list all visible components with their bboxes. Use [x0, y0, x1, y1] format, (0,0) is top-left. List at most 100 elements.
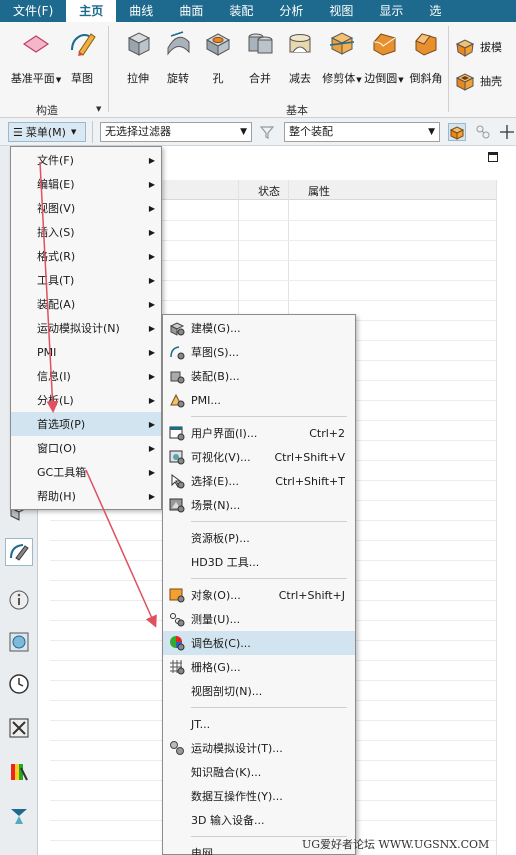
- menu-item[interactable]: 工具(T) ▶: [11, 268, 161, 292]
- type-filter-select[interactable]: 无选择过滤器 ▼: [100, 122, 252, 142]
- menu-item-label: 分析(L): [37, 394, 74, 407]
- menu-item[interactable]: 资源板(P)...: [163, 526, 355, 550]
- menu-item[interactable]: 建模(G)...: [163, 316, 355, 340]
- group-expand-icon[interactable]: ▼: [96, 105, 101, 113]
- submenu-arrow-icon: ▶: [148, 155, 155, 165]
- menu-item[interactable]: 数据互操作性(Y)...: [163, 784, 355, 808]
- visualization-icon: [169, 449, 185, 465]
- menu-item[interactable]: 用户界面(I)... Ctrl+2: [163, 421, 355, 445]
- assembly-scope-select[interactable]: 整个装配 ▼: [284, 122, 440, 142]
- menu-item[interactable]: 首选项(P) ▶: [11, 412, 161, 436]
- menu-item-label: 可视化(V)...: [191, 451, 251, 464]
- sketch-resource-icon[interactable]: [5, 538, 33, 566]
- trim-body-button[interactable]: 修剪体▼: [320, 28, 364, 86]
- menu-item[interactable]: 视图(V) ▶: [11, 196, 161, 220]
- menu-item-shortcut: Ctrl+Shift+J: [278, 588, 345, 602]
- extrude-button[interactable]: 拉伸: [116, 28, 160, 86]
- menu-item[interactable]: 编辑(E) ▶: [11, 172, 161, 196]
- draft-button[interactable]: 拔模: [454, 36, 502, 58]
- menu-item[interactable]: GC工具箱 ▶: [11, 460, 161, 484]
- menu-file[interactable]: 文件(F): [0, 0, 66, 22]
- submenu-arrow-icon: ▶: [148, 275, 155, 285]
- menu-home-tab[interactable]: 主页: [66, 0, 117, 22]
- menu-item-label: 格式(R): [37, 250, 76, 263]
- menu-item[interactable]: 视图剖切(N)...: [163, 679, 355, 703]
- unite-button[interactable]: 合并: [238, 28, 282, 86]
- process-studio-icon[interactable]: [5, 714, 33, 742]
- menu-item[interactable]: 格式(R) ▶: [11, 244, 161, 268]
- menu-button-label: 菜单(M): [25, 126, 66, 139]
- menu-item[interactable]: 分析(L) ▶: [11, 388, 161, 412]
- cursor-move-icon[interactable]: [498, 123, 516, 141]
- menu-item-label: 插入(S): [37, 226, 75, 239]
- web-browser-icon[interactable]: [5, 628, 33, 656]
- menu-surface-tab[interactable]: 曲面: [166, 0, 216, 22]
- chevron-down-icon[interactable]: ▼: [356, 76, 361, 84]
- menu-button[interactable]: ☰ 菜单(M) ▼: [8, 122, 86, 142]
- submenu-arrow-icon: ▶: [148, 203, 155, 213]
- menu-item-label: 电网...: [191, 847, 224, 855]
- ribbon: 基准平面▼ 草图 构造 ▼ 拉伸 旋转 孔 合并 减去 修剪体▼ 边倒圆▼ 倒斜…: [0, 22, 516, 118]
- menu-item[interactable]: 装配(A) ▶: [11, 292, 161, 316]
- edge-blend-label: 边倒圆: [364, 72, 398, 85]
- menu-item[interactable]: 对象(O)... Ctrl+Shift+J: [163, 583, 355, 607]
- menu-item[interactable]: 知识融合(K)...: [163, 760, 355, 784]
- submenu-arrow-icon: ▶: [148, 371, 155, 381]
- menu-item[interactable]: 文件(F) ▶: [11, 148, 161, 172]
- menu-item[interactable]: 可视化(V)... Ctrl+Shift+V: [163, 445, 355, 469]
- datum-plane-icon: [21, 28, 51, 58]
- menu-item-label: 选择(E)...: [191, 475, 240, 488]
- submenu-arrow-icon: ▶: [148, 395, 155, 405]
- menu-item-label: 帮助(H): [37, 490, 76, 503]
- menu-assembly-tab[interactable]: 装配: [216, 0, 266, 22]
- menu-item-label: 编辑(E): [37, 178, 75, 191]
- menu-item[interactable]: 测量(U)...: [163, 607, 355, 631]
- menu-item[interactable]: JT...: [163, 712, 355, 736]
- edge-blend-button[interactable]: 边倒圆▼: [362, 28, 406, 86]
- menu-item[interactable]: PMI ▶: [11, 340, 161, 364]
- menu-item[interactable]: 调色板(C)...: [163, 631, 355, 655]
- menu-item[interactable]: 插入(S) ▶: [11, 220, 161, 244]
- menu-view-tab[interactable]: 视图: [316, 0, 366, 22]
- filter-funnel-icon[interactable]: [258, 123, 276, 141]
- ribbon-group-separator: [448, 26, 449, 112]
- menu-curve-tab[interactable]: 曲线: [116, 0, 166, 22]
- snap-icon[interactable]: [474, 123, 492, 141]
- menu-item[interactable]: PMI...: [163, 388, 355, 412]
- sketch-button[interactable]: 草图: [60, 28, 104, 86]
- menu-select-tab[interactable]: 选: [416, 0, 454, 22]
- menu-item[interactable]: 运动模拟设计(T)...: [163, 736, 355, 760]
- roles-icon[interactable]: [5, 802, 33, 830]
- datum-plane-button[interactable]: 基准平面▼: [10, 28, 61, 86]
- menu-item[interactable]: 选择(E)... Ctrl+Shift+T: [163, 469, 355, 493]
- menu-item[interactable]: 栅格(G)...: [163, 655, 355, 679]
- menu-item[interactable]: 场景(N)...: [163, 493, 355, 517]
- select-body-icon[interactable]: [448, 123, 466, 141]
- menu-item[interactable]: HD3D 工具...: [163, 550, 355, 574]
- menu-display-tab[interactable]: 显示: [366, 0, 416, 22]
- revolve-button[interactable]: 旋转: [156, 28, 200, 86]
- chamfer-button[interactable]: 倒斜角: [404, 28, 448, 86]
- shell-button[interactable]: 抽壳: [454, 70, 502, 92]
- history-clock-icon[interactable]: [5, 670, 33, 698]
- info-icon[interactable]: [5, 586, 33, 614]
- chevron-down-icon[interactable]: ▼: [398, 76, 403, 84]
- menu-item[interactable]: 运动模拟设计(N) ▶: [11, 316, 161, 340]
- menu-item[interactable]: 信息(I) ▶: [11, 364, 161, 388]
- subtract-label: 减去: [289, 72, 311, 85]
- reuse-library-icon[interactable]: [5, 758, 33, 786]
- menu-item[interactable]: 帮助(H) ▶: [11, 484, 161, 508]
- column-attributes[interactable]: 属性: [308, 183, 330, 199]
- menu-item[interactable]: 3D 输入设备...: [163, 808, 355, 832]
- datum-plane-label: 基准平面: [10, 72, 55, 85]
- menu-item[interactable]: 装配(B)...: [163, 364, 355, 388]
- menu-item[interactable]: 草图(S)...: [163, 340, 355, 364]
- menu-item-label: 知识融合(K)...: [191, 766, 262, 779]
- maximize-icon[interactable]: [488, 152, 498, 162]
- hole-button[interactable]: 孔: [196, 28, 240, 86]
- column-status[interactable]: 状态: [258, 183, 280, 199]
- menu-analysis-tab[interactable]: 分析: [266, 0, 316, 22]
- submenu-arrow-icon: ▶: [148, 179, 155, 189]
- subtract-button[interactable]: 减去: [278, 28, 322, 86]
- menu-item[interactable]: 窗口(O) ▶: [11, 436, 161, 460]
